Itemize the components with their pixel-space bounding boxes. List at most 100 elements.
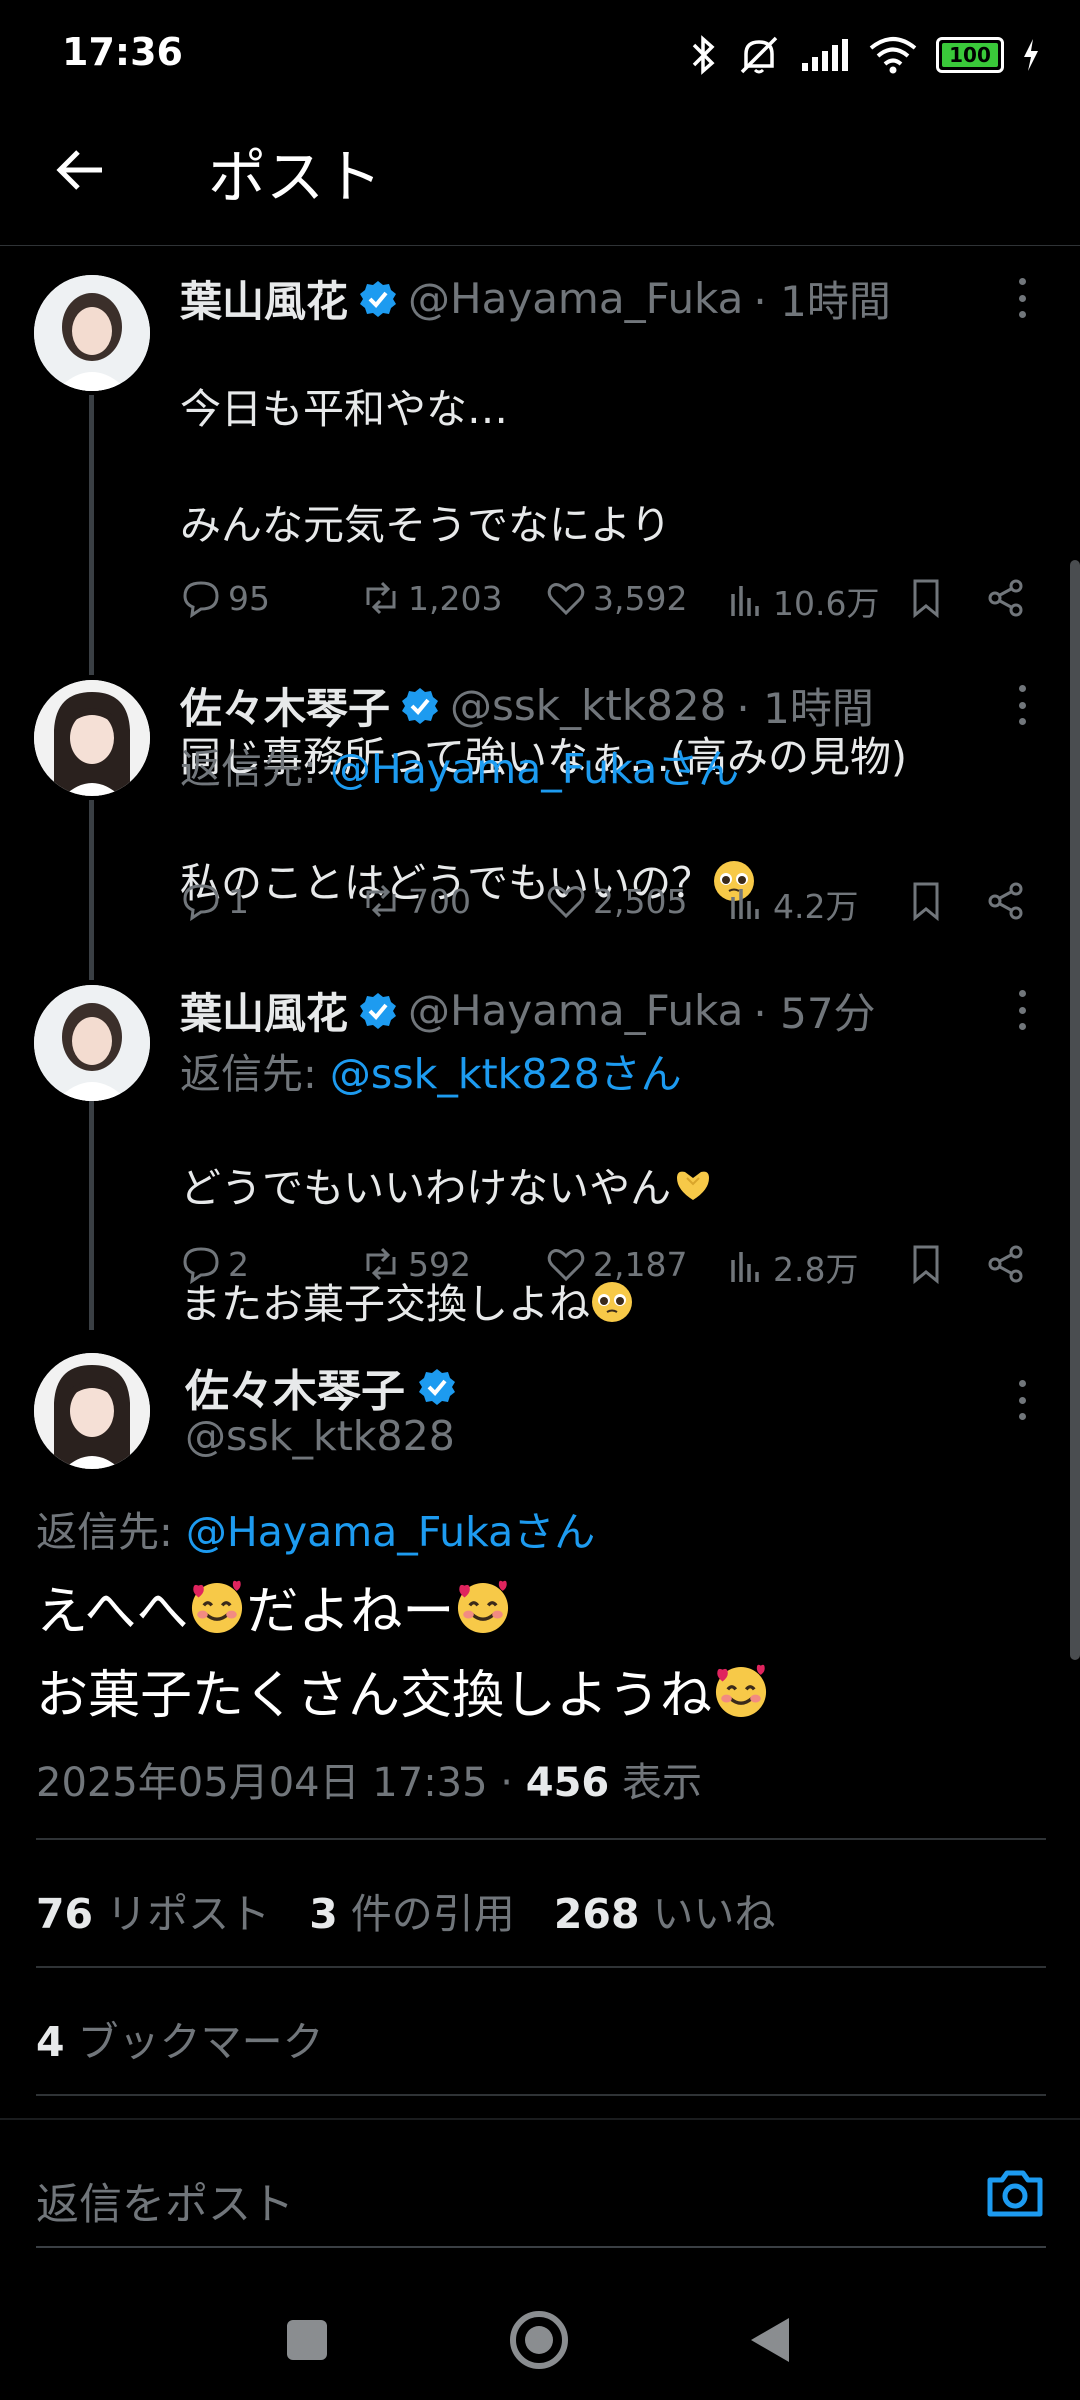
reply-to-label: 返信先:	[36, 1508, 173, 1556]
status-bar: 17:36 100	[0, 0, 1080, 110]
reply-to: 返信先: @Hayama_Fukaさん	[36, 1498, 595, 1558]
share-icon	[988, 579, 1023, 617]
divider	[36, 2094, 1046, 2096]
home-button[interactable]	[499, 2300, 579, 2380]
divider	[0, 2118, 1080, 2120]
views-count: 2.8万	[773, 1250, 859, 1289]
share-icon	[988, 882, 1023, 920]
verified-badge-icon	[360, 280, 397, 317]
share-button[interactable]	[985, 577, 1027, 619]
reply-composer[interactable]: 返信をポスト	[36, 2170, 1046, 2250]
reposts-stat[interactable]: 76 リポスト	[36, 1890, 270, 1938]
more-options-icon[interactable]	[1010, 990, 1034, 1030]
bookmark-icon	[913, 882, 939, 922]
reply-input[interactable]: 返信をポスト	[36, 2170, 294, 2232]
reply-to-label: 返信先:	[180, 745, 317, 793]
author-name[interactable]: 佐々木琴子	[185, 1355, 405, 1419]
views-icon	[731, 586, 759, 616]
views-button[interactable]: 4.2万	[725, 880, 858, 928]
repost-count: 700	[408, 881, 471, 921]
bookmark-button[interactable]	[905, 1243, 947, 1285]
smiling-face-with-hearts-emoji-icon	[458, 1580, 509, 1634]
more-options-icon[interactable]	[1010, 685, 1034, 725]
avatar[interactable]	[34, 1353, 150, 1469]
tweet-time: · 1時間	[753, 277, 891, 326]
wifi-icon	[869, 37, 917, 74]
bookmark-icon	[913, 1245, 939, 1285]
divider	[36, 1838, 1046, 1840]
more-options-icon[interactable]	[1010, 1380, 1034, 1420]
divider	[36, 1966, 1046, 1968]
tweet-line: どうでもいいわけないやん	[180, 1164, 672, 1212]
tweet-actions: 1 700 2,505 4.2万	[180, 880, 1030, 930]
like-button[interactable]: 2,187	[545, 1243, 687, 1285]
repost-button[interactable]: 1,203	[360, 577, 502, 619]
repost-icon	[366, 884, 396, 918]
tweet-meta: 2025年05月04日 17:35 · 456 表示	[36, 1750, 702, 1808]
author-handle[interactable]: @Hayama_Fuka	[408, 986, 743, 1035]
author-handle[interactable]: @ssk_ktk828	[185, 1412, 455, 1460]
reply-button[interactable]: 1	[180, 880, 249, 922]
reply-icon	[183, 1247, 219, 1285]
quotes-stat[interactable]: 3 件の引用	[309, 1890, 515, 1938]
clock: 17:36	[62, 30, 183, 74]
reply-count: 1	[228, 881, 249, 921]
repost-button[interactable]: 700	[360, 880, 471, 922]
bookmarks-stat[interactable]: 4 ブックマーク	[36, 2008, 324, 2068]
repost-icon	[366, 581, 396, 615]
reply-to-link[interactable]: @Hayama_Fukaさん	[186, 1508, 595, 1556]
avatar[interactable]	[34, 275, 150, 391]
system-nav-bar	[0, 2250, 1080, 2400]
reply-to-label: 返信先:	[180, 1050, 317, 1098]
like-count: 2,505	[593, 881, 688, 921]
repost-count: 592	[408, 1244, 471, 1284]
more-options-icon[interactable]	[1010, 278, 1034, 318]
share-button[interactable]	[985, 1243, 1027, 1285]
views-button[interactable]: 2.8万	[725, 1243, 858, 1291]
reply-to-link[interactable]: @ssk_ktk828さん	[330, 1050, 682, 1098]
share-icon	[988, 1245, 1023, 1283]
battery-icon: 100	[936, 37, 1004, 73]
scrollbar[interactable]	[1070, 560, 1080, 1660]
author-name[interactable]: 佐々木琴子	[180, 675, 390, 736]
tweet-header: 葉山風花 @Hayama_Fuka · 57分	[180, 980, 876, 1041]
like-count: 2,187	[593, 1244, 688, 1284]
share-button[interactable]	[985, 880, 1027, 922]
back-nav-button[interactable]	[730, 2300, 810, 2380]
charging-icon	[1024, 39, 1038, 71]
repost-button[interactable]: 592	[360, 1243, 471, 1285]
tweet-actions: 2 592 2,187 2.8万	[180, 1243, 1030, 1293]
reply-icon	[183, 581, 219, 619]
views-icon	[731, 1252, 759, 1282]
author-handle[interactable]: @ssk_ktk828	[450, 681, 726, 730]
thread-line	[89, 800, 94, 980]
tweet-time: · 57分	[753, 989, 876, 1038]
views-count: 4.2万	[773, 887, 859, 926]
tweet-datetime: 2025年05月04日 17:35 ·	[36, 1760, 526, 1806]
like-button[interactable]: 3,592	[545, 577, 687, 619]
reply-button[interactable]: 2	[180, 1243, 249, 1285]
views-total: 456	[525, 1760, 610, 1806]
author-name[interactable]: 葉山風花	[180, 268, 348, 329]
tweet-line: みんな元気そうでなにより	[180, 501, 672, 549]
views-count: 10.6万	[773, 584, 880, 623]
recent-apps-button[interactable]	[267, 2300, 347, 2380]
likes-stat[interactable]: 268 いいね	[554, 1890, 776, 1938]
reply-count: 2	[228, 1244, 249, 1284]
author-handle[interactable]: @Hayama_Fuka	[408, 274, 743, 323]
camera-icon[interactable]	[984, 2162, 1046, 2224]
author-name[interactable]: 葉山風花	[180, 980, 348, 1041]
reply-button[interactable]: 95	[180, 577, 270, 619]
like-button[interactable]: 2,505	[545, 880, 687, 922]
bookmark-button[interactable]	[905, 880, 947, 922]
smiling-face-with-hearts-emoji-icon	[715, 1664, 767, 1718]
bookmark-button[interactable]	[905, 577, 947, 619]
reply-to-link[interactable]: @Hayama_Fukaさん	[330, 745, 739, 793]
avatar[interactable]	[34, 680, 150, 796]
home-circle-icon	[510, 2311, 568, 2369]
avatar[interactable]	[34, 985, 150, 1101]
heart-icon	[547, 1249, 585, 1282]
views-button[interactable]: 10.6万	[725, 577, 879, 625]
back-button[interactable]	[50, 140, 110, 200]
reply-count: 95	[228, 578, 270, 618]
